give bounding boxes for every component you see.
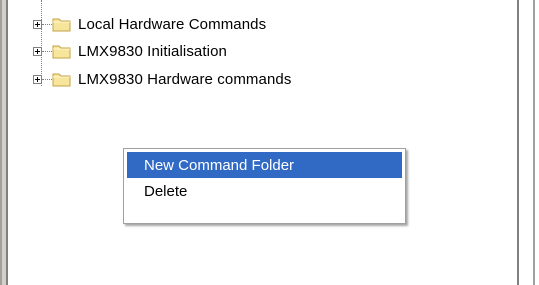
tree-node-label[interactable]: Local Hardware Commands [78, 16, 266, 33]
folder-icon [52, 71, 72, 87]
folder-icon [52, 43, 72, 59]
right-frame-fill [519, 0, 533, 285]
tree-node-local-hardware-commands[interactable]: Local Hardware Commands [33, 14, 266, 34]
context-menu: New Command Folder Delete [123, 148, 406, 224]
tree-node-lmx9830-hardware-commands[interactable]: LMX9830 Hardware commands [33, 69, 291, 89]
right-frame-border [533, 0, 535, 285]
tree-node-lmx9830-initialisation[interactable]: LMX9830 Initialisation [33, 41, 227, 61]
expand-icon[interactable] [33, 74, 42, 84]
menu-item-delete[interactable]: Delete [127, 178, 402, 204]
menu-item-new-command-folder[interactable]: New Command Folder [127, 152, 402, 178]
expand-icon[interactable] [33, 46, 42, 56]
tree-connector [42, 23, 52, 25]
folder-icon [52, 16, 72, 32]
tree-connector [42, 78, 52, 80]
window: Local Hardware Commands LMX9830 Initiali… [0, 0, 539, 285]
expand-icon[interactable] [33, 19, 42, 29]
tree-node-label[interactable]: LMX9830 Initialisation [78, 43, 227, 60]
tree-connector [42, 50, 52, 52]
tree-node-label[interactable]: LMX9830 Hardware commands [78, 71, 291, 88]
command-tree-view[interactable]: Local Hardware Commands LMX9830 Initiali… [8, 0, 517, 285]
